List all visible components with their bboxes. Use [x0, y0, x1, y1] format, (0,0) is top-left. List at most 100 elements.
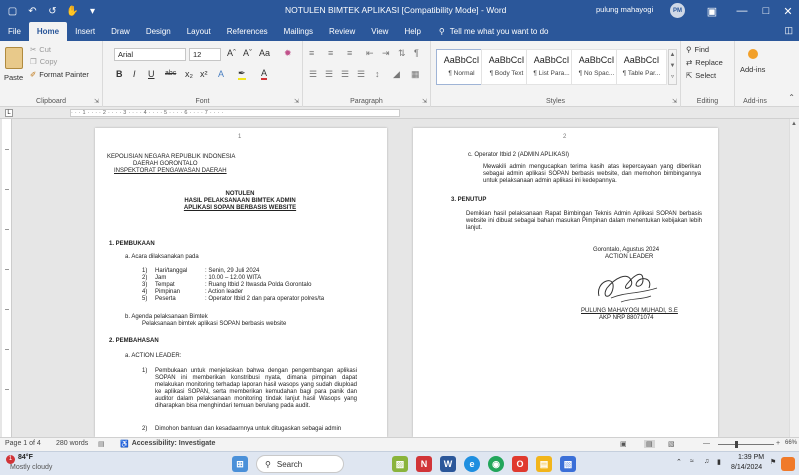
tab-draw[interactable]: Draw — [103, 22, 138, 41]
paste-button[interactable]: Paste — [4, 73, 23, 82]
redo-icon[interactable]: ↺ — [47, 6, 58, 17]
paste-icon[interactable] — [5, 47, 23, 69]
style-table-paragraph[interactable]: AaBbCcI ¶ Table Par... — [616, 49, 667, 85]
clock-time[interactable]: 1:39 PM — [738, 454, 764, 461]
copy-button[interactable]: ❐ Copy — [30, 57, 57, 66]
zoom-slider-thumb[interactable] — [735, 441, 739, 448]
multilevel-list-icon[interactable]: ≡ — [347, 48, 352, 58]
align-center-icon[interactable]: ☰ — [325, 69, 333, 80]
volume-icon[interactable]: ♫ — [704, 458, 709, 465]
italic-icon[interactable]: I — [133, 69, 136, 79]
zoom-level[interactable]: 66% — [785, 440, 797, 446]
font-name-box[interactable]: Arial — [114, 48, 186, 61]
taskbar-search[interactable]: ⚲ Search — [256, 455, 344, 473]
tab-help[interactable]: Help — [396, 22, 428, 41]
format-painter-button[interactable]: ✐ Format Painter — [30, 70, 89, 79]
undo-icon[interactable]: ↶ — [27, 6, 38, 17]
align-right-icon[interactable]: ☰ — [341, 69, 349, 80]
opera-icon[interactable]: O — [512, 456, 528, 472]
select-button[interactable]: ⇱ Select — [686, 71, 716, 80]
collapse-ribbon-icon[interactable]: ⌃ — [788, 93, 795, 102]
scroll-up-icon[interactable]: ▲ — [791, 121, 797, 127]
addins-button[interactable]: Add-ins — [740, 65, 765, 74]
dialog-launcher-icon[interactable]: ⇲ — [94, 98, 99, 105]
bullets-icon[interactable]: ≡ — [309, 48, 314, 58]
line-spacing-icon[interactable]: ↕ — [375, 69, 380, 79]
increase-indent-icon[interactable]: ⇥ — [382, 48, 390, 59]
bold-icon[interactable]: B — [116, 69, 123, 79]
word-taskbar-icon[interactable]: W — [440, 456, 456, 472]
close-icon[interactable]: ✕ — [773, 0, 799, 22]
justify-icon[interactable]: ☰ — [357, 69, 365, 80]
document-area[interactable]: 1 KEPOLISIAN NEGARA REPUBLIK INDONESIA D… — [0, 119, 799, 437]
wifi-icon[interactable]: ≈ — [690, 458, 694, 465]
zoom-in-icon[interactable]: + — [776, 440, 780, 447]
weather-status[interactable]: Mostly cloudy — [10, 464, 52, 471]
print-layout-icon[interactable]: ▤ — [644, 440, 655, 448]
change-case-button[interactable]: Aa — [259, 48, 270, 58]
tray-overflow-icon[interactable]: ⌃ — [676, 458, 682, 466]
tab-file[interactable]: File — [0, 22, 29, 41]
font-size-box[interactable]: 12 — [189, 48, 221, 61]
borders-icon[interactable]: ▦ — [411, 69, 420, 80]
tell-me-search[interactable]: ⚲ Tell me what you want to do — [439, 22, 549, 41]
save-icon[interactable]: ▢ — [7, 6, 18, 17]
word-count[interactable]: 280 words — [56, 440, 88, 447]
store-icon[interactable]: ▧ — [560, 456, 576, 472]
user-name[interactable]: pulung mahayogi — [596, 5, 653, 14]
tab-design[interactable]: Design — [138, 22, 179, 41]
widgets-icon[interactable]: ▨ — [392, 456, 408, 472]
tab-mailings[interactable]: Mailings — [276, 22, 321, 41]
addins-icon[interactable] — [748, 49, 758, 59]
tab-layout[interactable]: Layout — [179, 22, 219, 41]
dialog-launcher-icon[interactable]: ⇲ — [294, 98, 299, 105]
app-icon[interactable] — [781, 457, 795, 471]
tab-home[interactable]: Home — [28, 22, 68, 41]
sort-icon[interactable]: ⇅ — [398, 48, 406, 59]
shrink-font-icon[interactable]: Aˇ — [243, 48, 252, 58]
edge-icon[interactable]: e — [464, 456, 480, 472]
align-left-icon[interactable]: ☰ — [309, 69, 317, 80]
strikethrough-icon[interactable]: abc — [165, 70, 176, 77]
find-button[interactable]: ⚲ Find — [686, 45, 709, 54]
avatar[interactable]: PM — [670, 3, 685, 18]
horizontal-ruler[interactable]: L ···1····2····3····4····5····6····7···· — [0, 107, 799, 119]
notification-icon[interactable]: ⚑ — [770, 458, 776, 466]
document-page-2[interactable]: 2 c. Operator Itbid 2 (ADMIN APLIKASI) M… — [413, 128, 718, 437]
tab-selector[interactable]: L — [5, 109, 13, 117]
battery-icon[interactable]: ▮ — [717, 458, 721, 466]
zoom-slider[interactable] — [718, 444, 774, 445]
style-body-text[interactable]: AaBbCcI ¶ Body Text — [481, 49, 532, 85]
superscript-icon[interactable]: x² — [200, 69, 208, 79]
numbering-icon[interactable]: ≡ — [328, 48, 333, 58]
netflix-icon[interactable]: N — [416, 456, 432, 472]
chrome-icon[interactable]: ◉ — [488, 456, 504, 472]
start-icon[interactable]: ⊞ — [232, 456, 248, 472]
vertical-ruler[interactable] — [2, 119, 12, 437]
highlight-icon[interactable]: ✒ — [238, 69, 246, 80]
vertical-scrollbar[interactable]: ▲ — [789, 119, 799, 437]
proofing-icon[interactable]: ▤ — [98, 440, 105, 448]
dialog-launcher-icon[interactable]: ⇲ — [672, 98, 677, 105]
tab-references[interactable]: References — [219, 22, 276, 41]
file-explorer-icon[interactable]: ▤ — [536, 456, 552, 472]
tab-view[interactable]: View — [363, 22, 396, 41]
weather-alert-icon[interactable]: 1 — [6, 455, 15, 464]
cut-button[interactable]: ✂ Cut — [30, 45, 51, 54]
tab-review[interactable]: Review — [321, 22, 363, 41]
dialog-launcher-icon[interactable]: ⇲ — [422, 98, 427, 105]
font-color-icon[interactable]: A — [261, 69, 268, 80]
style-list-paragraph[interactable]: AaBbCcI ¶ List Para... — [526, 49, 577, 85]
accessibility-status[interactable]: ♿ Accessibility: Investigate — [120, 440, 215, 448]
text-effects-icon[interactable]: A — [218, 69, 224, 79]
touch-mode-icon[interactable]: ✋ — [66, 6, 78, 17]
focus-icon[interactable]: ▣ — [620, 440, 627, 448]
style-normal[interactable]: AaBbCcI ¶ Normal — [436, 49, 487, 85]
shading-icon[interactable]: ◢ — [393, 69, 400, 80]
ribbon-display-icon[interactable]: ▣ — [697, 0, 727, 22]
tab-insert[interactable]: Insert — [67, 22, 103, 41]
underline-icon[interactable]: U — [148, 69, 155, 79]
grow-font-icon[interactable]: Aˆ — [227, 48, 236, 58]
web-layout-icon[interactable]: ▧ — [668, 440, 675, 448]
show-marks-icon[interactable]: ¶ — [414, 48, 419, 58]
